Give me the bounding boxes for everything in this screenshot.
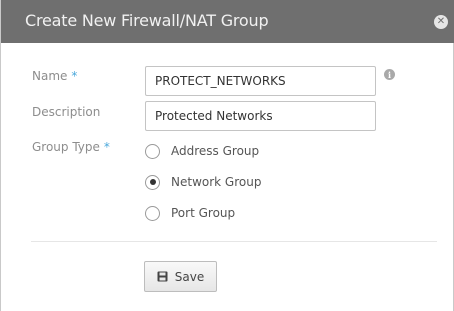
description-input[interactable]	[145, 101, 376, 131]
radio-label: Port Group	[171, 206, 236, 220]
name-input[interactable]	[145, 66, 376, 96]
name-label-text: Name	[32, 69, 68, 83]
name-required-marker: *	[71, 69, 78, 83]
divider	[31, 241, 437, 242]
group-type-required-marker: *	[103, 140, 110, 154]
dialog-titlebar: Create New Firewall/NAT Group ✕	[1, 0, 454, 43]
save-icon	[157, 271, 168, 282]
save-label: Save	[174, 269, 205, 284]
radio-label: Address Group	[171, 144, 260, 158]
dialog-title: Create New Firewall/NAT Group	[25, 11, 269, 30]
radio-button[interactable]	[145, 174, 160, 190]
save-button[interactable]: Save	[144, 261, 217, 292]
group-type-label: Group Type *	[32, 140, 110, 154]
radio-network-group[interactable]: Network Group	[145, 172, 261, 192]
radio-port-group[interactable]: Port Group	[145, 203, 235, 223]
firewall-group-dialog: Create New Firewall/NAT Group ✕ Name* i …	[0, 0, 454, 311]
description-label: Description	[32, 105, 101, 119]
info-icon[interactable]: i	[384, 69, 395, 80]
radio-button[interactable]	[145, 205, 160, 221]
group-type-label-text: Group Type	[32, 140, 100, 154]
close-icon[interactable]: ✕	[434, 15, 448, 29]
radio-button[interactable]	[145, 143, 160, 159]
name-label: Name *	[32, 69, 77, 83]
radio-label: Network Group	[171, 175, 262, 189]
radio-address-group[interactable]: Address Group	[145, 141, 259, 161]
radio-selected-dot	[149, 179, 156, 185]
